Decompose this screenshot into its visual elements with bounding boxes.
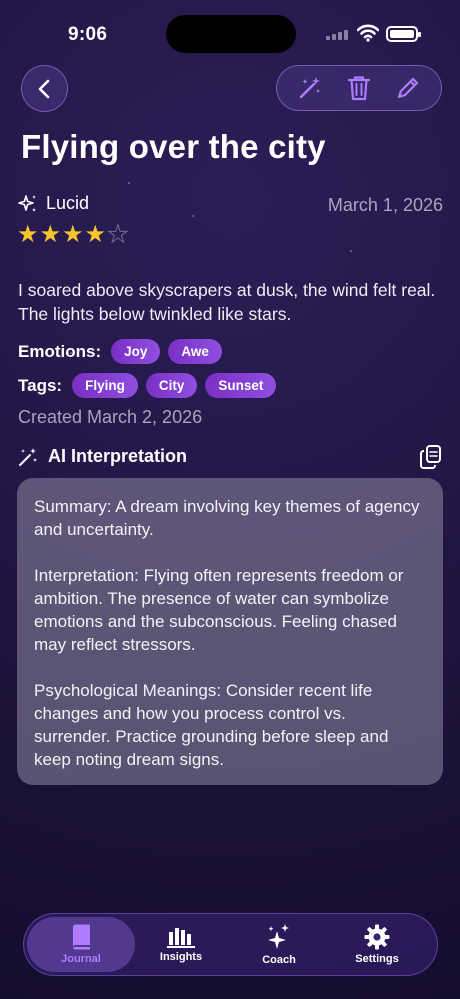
star-filled-icon: ★ bbox=[17, 221, 39, 248]
star-rating: ★ ★ ★ ★ ★ bbox=[17, 221, 129, 248]
edit-button[interactable] bbox=[388, 68, 428, 108]
dream-description: I soared above skyscrapers at dusk, the … bbox=[18, 280, 436, 324]
signal-icon bbox=[326, 30, 350, 40]
copy-button[interactable] bbox=[419, 444, 445, 470]
status-time: 9:06 bbox=[68, 24, 108, 45]
sparkles-icon bbox=[268, 924, 289, 949]
tag-chip: Flying bbox=[72, 373, 138, 398]
emotions-label: Emotions: bbox=[18, 341, 102, 361]
tab-journal-label: Journal bbox=[61, 953, 101, 965]
ai-psychological-meanings: Psychological Meanings: Consider recent … bbox=[34, 681, 389, 769]
tab-insights-label: Insights bbox=[159, 951, 203, 963]
ai-interpret-button[interactable] bbox=[290, 68, 330, 108]
dream-type-label: Lucid bbox=[46, 193, 90, 213]
created-date: Created March 2, 2026 bbox=[18, 407, 203, 427]
chart-icon bbox=[167, 928, 195, 948]
pencil-icon bbox=[398, 77, 419, 99]
gear-icon bbox=[364, 924, 390, 950]
ai-interpretation-text: Interpretation: Flying often represents … bbox=[34, 566, 404, 654]
star-filled-icon: ★ bbox=[84, 221, 107, 248]
emotions-row: Emotions: Joy Awe bbox=[18, 339, 222, 364]
tag-chip: Sunset bbox=[205, 373, 277, 398]
tab-coach[interactable]: Coach bbox=[225, 917, 333, 972]
star-filled-icon: ★ bbox=[39, 221, 62, 248]
dynamic-island bbox=[166, 15, 296, 53]
tab-insights[interactable]: Insights bbox=[127, 917, 235, 972]
chevron-left-icon bbox=[38, 79, 49, 98]
tab-journal[interactable]: Journal bbox=[27, 917, 135, 972]
back-button[interactable] bbox=[21, 65, 68, 112]
tags-row: Tags: Flying City Sunset bbox=[18, 373, 277, 398]
star-filled-icon: ★ bbox=[62, 221, 84, 248]
tab-settings-label: Settings bbox=[355, 953, 399, 965]
dream-date: March 1, 2026 bbox=[327, 195, 443, 215]
tag-chip: City bbox=[145, 373, 198, 398]
battery-icon bbox=[386, 26, 421, 42]
delete-button[interactable] bbox=[339, 68, 379, 108]
wifi-icon bbox=[357, 24, 379, 42]
emotion-chip: Awe bbox=[168, 339, 222, 364]
sparkles-icon bbox=[18, 194, 36, 212]
status-bar: 9:06 bbox=[0, 0, 460, 60]
tab-coach-label: Coach bbox=[262, 954, 296, 966]
ai-summary: Summary: A dream involving key themes of… bbox=[34, 497, 420, 539]
dream-type: Lucid bbox=[18, 193, 89, 214]
ai-interpretation-header: AI Interpretation bbox=[18, 446, 187, 467]
ai-interpretation-title: AI Interpretation bbox=[48, 446, 188, 466]
tab-settings[interactable]: Settings bbox=[323, 917, 431, 972]
trash-icon bbox=[347, 76, 371, 101]
magic-wand-icon bbox=[299, 77, 320, 99]
page-title: Flying over the city bbox=[21, 128, 326, 165]
star-empty-icon: ★ bbox=[107, 221, 129, 248]
action-group bbox=[276, 65, 442, 111]
magic-wand-icon bbox=[19, 447, 37, 466]
tags-label: Tags: bbox=[18, 375, 63, 395]
tab-bar: Journal Insights Coach Settings bbox=[23, 913, 438, 976]
book-icon bbox=[73, 924, 90, 950]
emotion-chip: Joy bbox=[111, 339, 161, 364]
copy-icon bbox=[420, 445, 441, 469]
ai-interpretation-card: Summary: A dream involving key themes of… bbox=[17, 478, 443, 785]
